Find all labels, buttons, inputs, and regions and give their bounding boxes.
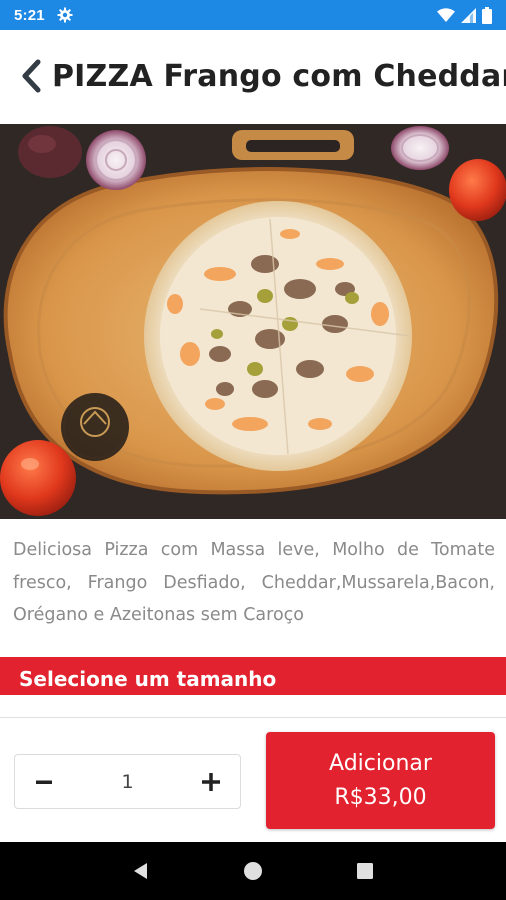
decrease-quantity-button[interactable] (31, 769, 57, 795)
plus-icon (202, 772, 220, 791)
size-section-label: Selecione um tamanho (19, 667, 277, 691)
navigation-bar (0, 842, 506, 900)
add-button-price: R$33,00 (334, 784, 427, 810)
back-button[interactable] (20, 56, 42, 96)
add-button-label: Adicionar (329, 750, 432, 776)
page-title: PIZZA Frango com Cheddar (52, 58, 506, 94)
status-bar: 5:21 (0, 0, 506, 30)
signal-icon (461, 7, 476, 23)
back-triangle-icon (134, 863, 147, 879)
wifi-icon (437, 7, 455, 23)
product-image (0, 124, 506, 519)
recents-square-icon (357, 863, 373, 879)
nav-recents-button[interactable] (350, 856, 380, 886)
nav-back-button[interactable] (126, 856, 156, 886)
divider (0, 717, 506, 718)
product-description: Deliciosa Pizza com Massa leve, Molho de… (13, 540, 495, 625)
minus-icon (36, 780, 52, 784)
header: PIZZA Frango com Cheddar (0, 30, 506, 122)
status-time: 5:21 (14, 6, 45, 24)
battery-icon (482, 6, 492, 24)
add-to-cart-button[interactable]: Adicionar R$33,00 (266, 732, 495, 829)
nav-home-button[interactable] (238, 856, 268, 886)
quantity-value: 1 (121, 770, 134, 793)
size-section-header[interactable]: Selecione um tamanho (0, 657, 506, 695)
pizzeria-logo (61, 393, 129, 461)
gear-icon (57, 7, 73, 23)
screen: 5:21 PIZZA Frango com Cheddar Deliciosa … (0, 0, 506, 900)
home-circle-icon (244, 862, 262, 880)
quantity-stepper: 1 (14, 754, 241, 809)
status-icons (437, 6, 492, 24)
chevron-left-icon (22, 59, 41, 93)
increase-quantity-button[interactable] (198, 769, 224, 795)
